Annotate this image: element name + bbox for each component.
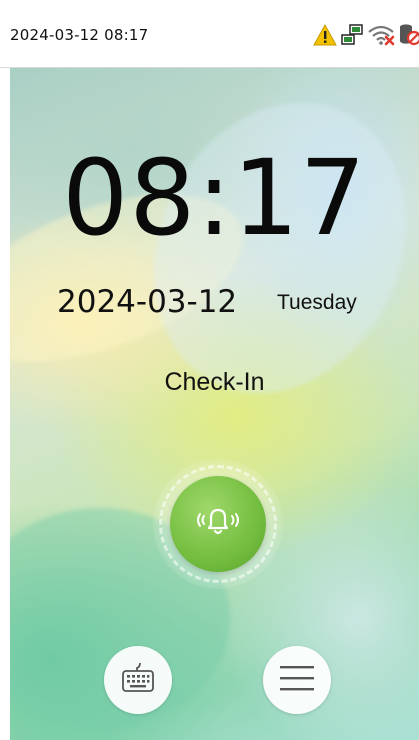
- device-screen: 2024-03-12 08:17 08:17 2024-03-12 Tuesda…: [0, 0, 419, 740]
- keyboard-icon: [120, 661, 156, 699]
- menu-button[interactable]: [263, 646, 331, 714]
- attendance-mode-label[interactable]: Check-In: [10, 368, 419, 397]
- network-icon[interactable]: [341, 24, 363, 46]
- doorbell-icon: [194, 505, 242, 543]
- clock-date: 2024-03-12: [57, 284, 238, 320]
- warning-icon[interactable]: [313, 24, 337, 46]
- clock-time: 08:17: [62, 137, 367, 259]
- status-icons: [313, 20, 419, 50]
- keyboard-button[interactable]: [104, 646, 172, 714]
- doorbell-button[interactable]: [170, 476, 266, 572]
- clock-weekday: Tuesday: [277, 291, 357, 314]
- status-datetime: 2024-03-12 08:17: [10, 26, 149, 44]
- home-screen: 08:17 2024-03-12 Tuesday Check-In: [10, 68, 419, 740]
- server-offline-icon[interactable]: [399, 23, 419, 47]
- wifi-disconnected-icon[interactable]: [367, 24, 395, 46]
- status-bar: 2024-03-12 08:17: [0, 0, 419, 68]
- menu-icon: [279, 664, 315, 696]
- doorbell-halo: [153, 459, 283, 589]
